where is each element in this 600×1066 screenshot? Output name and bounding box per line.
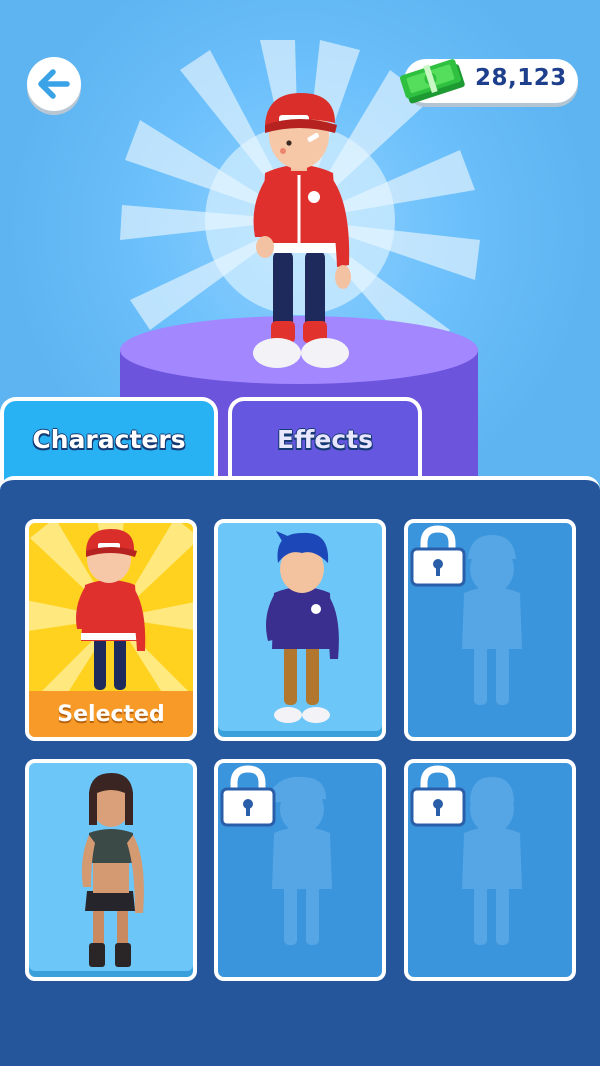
currency-amount: 28,123 xyxy=(475,65,567,91)
character-card-locked-2[interactable] xyxy=(214,759,386,981)
currency-display: 28,123 xyxy=(399,59,578,104)
character-card-girl[interactable] xyxy=(25,759,197,981)
back-button[interactable] xyxy=(27,57,81,111)
lock-icon xyxy=(410,765,466,827)
blue-hair-character-thumb xyxy=(266,531,339,723)
cash-stack-icon xyxy=(399,59,465,104)
character-card-locked-3[interactable] xyxy=(404,759,576,981)
girl-character-thumb xyxy=(81,773,144,967)
selected-badge: Selected xyxy=(29,691,193,737)
tab-effects-label: Effects xyxy=(277,425,373,454)
lock-icon xyxy=(410,525,466,587)
character-card-red-cap[interactable]: Selected xyxy=(25,519,197,741)
character-card-locked-1[interactable] xyxy=(404,519,576,741)
tab-characters-label: Characters xyxy=(32,425,186,454)
arrow-left-icon xyxy=(38,69,70,99)
selected-character-model xyxy=(253,93,351,368)
character-card-blue-hair[interactable] xyxy=(214,519,386,741)
lock-icon xyxy=(220,765,276,827)
selected-badge-label: Selected xyxy=(57,701,165,727)
